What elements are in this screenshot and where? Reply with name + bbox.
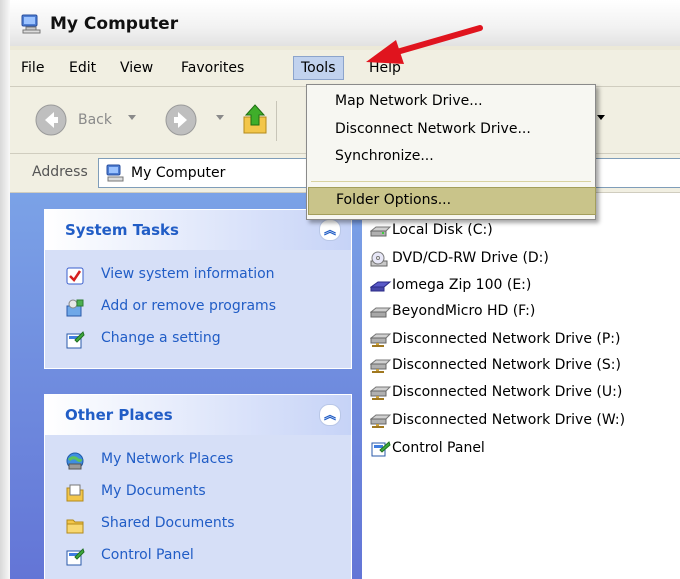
add-remove-programs-icon bbox=[66, 299, 84, 317]
menu-item-label: Map Network Drive... bbox=[335, 93, 483, 109]
menu-separator bbox=[311, 181, 591, 182]
menu-tools[interactable]: Tools bbox=[293, 56, 344, 80]
menu-item-synchronize[interactable]: Synchronize... bbox=[308, 144, 594, 170]
views-dropdown-icon[interactable] bbox=[597, 115, 605, 120]
drive-label: Disconnected Network Drive (P:) bbox=[392, 331, 621, 347]
toolbar-separator bbox=[276, 101, 277, 141]
collapse-chevron-icon[interactable]: ︽ bbox=[319, 219, 341, 241]
system-info-icon bbox=[66, 267, 84, 285]
drive-label: Disconnected Network Drive (U:) bbox=[392, 384, 623, 400]
forward-dropdown-icon[interactable] bbox=[216, 115, 224, 120]
task-label: Change a setting bbox=[101, 330, 221, 346]
other-places-title: Other Places bbox=[65, 406, 173, 424]
cd-drive-icon bbox=[370, 251, 388, 267]
task-label: My Network Places bbox=[101, 451, 234, 467]
network-drive-icon bbox=[370, 333, 392, 347]
network-drive-icon bbox=[370, 386, 392, 400]
task-pane: System Tasks ︽ View system information A… bbox=[10, 193, 362, 579]
drive-label: Disconnected Network Drive (W:) bbox=[392, 412, 626, 428]
other-places-body: My Network Places My Documents Shared Do… bbox=[45, 435, 351, 579]
address-label: Address bbox=[32, 164, 88, 180]
collapse-chevron-icon[interactable]: ︽ bbox=[319, 404, 341, 426]
back-label[interactable]: Back bbox=[78, 112, 112, 128]
task-label: View system information bbox=[101, 266, 275, 282]
window-title: My Computer bbox=[50, 14, 179, 34]
menu-favorites[interactable]: Favorites bbox=[174, 57, 251, 79]
hard-disk-icon bbox=[370, 226, 392, 237]
task-label: Control Panel bbox=[101, 547, 194, 563]
address-value: My Computer bbox=[131, 165, 226, 181]
network-drive-icon bbox=[370, 414, 392, 428]
menu-view[interactable]: View bbox=[113, 57, 160, 79]
documents-icon bbox=[66, 484, 84, 502]
drive-label: Control Panel bbox=[392, 440, 485, 456]
up-folder-icon[interactable] bbox=[238, 103, 272, 137]
zip-drive-icon bbox=[370, 281, 392, 292]
network-drive-icon bbox=[370, 359, 392, 373]
other-places-panel: Other Places ︽ My Network Places My Docu… bbox=[44, 394, 352, 579]
removable-disk-icon bbox=[370, 307, 392, 318]
title-bar[interactable]: My Computer bbox=[10, 0, 680, 46]
drive-label: Iomega Zip 100 (E:) bbox=[392, 277, 532, 293]
menu-edit[interactable]: Edit bbox=[62, 57, 103, 79]
drive-label: Local Disk (C:) bbox=[392, 222, 493, 238]
network-places-icon bbox=[66, 452, 84, 470]
menu-bar: File Edit View Favorites Tools Help bbox=[10, 50, 680, 87]
task-label: My Documents bbox=[101, 483, 206, 499]
menu-item-disconnect-network-drive[interactable]: Disconnect Network Drive... bbox=[308, 117, 594, 143]
drive-label: DVD/CD-RW Drive (D:) bbox=[392, 250, 549, 266]
system-tasks-title: System Tasks bbox=[65, 221, 179, 239]
system-tasks-body: View system information Add or remove pr… bbox=[45, 250, 351, 368]
forward-button[interactable] bbox=[164, 103, 198, 137]
my-computer-icon bbox=[21, 14, 41, 34]
tools-menu: Map Network Drive... Disconnect Network … bbox=[306, 84, 596, 220]
drive-label: Disconnected Network Drive (S:) bbox=[392, 357, 621, 373]
drives-pane: Local Disk (C:) DVD/CD-RW Drive (D:) Iom… bbox=[362, 193, 680, 579]
explorer-window: My Computer File Edit View Favorites Too… bbox=[10, 0, 680, 579]
system-tasks-panel: System Tasks ︽ View system information A… bbox=[44, 209, 352, 369]
menu-item-label: Disconnect Network Drive... bbox=[335, 121, 531, 137]
annotation-arrow-icon bbox=[366, 25, 483, 64]
folder-icon bbox=[66, 519, 84, 534]
task-label: Add or remove programs bbox=[101, 298, 276, 314]
control-panel-icon bbox=[371, 441, 391, 457]
control-panel-icon bbox=[66, 548, 85, 566]
drive-label: BeyondMicro HD (F:) bbox=[392, 303, 536, 319]
menu-item-map-network-drive[interactable]: Map Network Drive... bbox=[308, 89, 594, 115]
menu-item-folder-options[interactable]: Folder Options... bbox=[308, 187, 596, 215]
control-panel-icon bbox=[66, 331, 85, 349]
menu-file[interactable]: File bbox=[14, 57, 51, 79]
back-dropdown-icon[interactable] bbox=[128, 115, 136, 120]
menu-item-label: Synchronize... bbox=[335, 148, 434, 164]
my-computer-icon bbox=[106, 164, 124, 182]
task-label: Shared Documents bbox=[101, 515, 235, 531]
other-places-header[interactable]: Other Places ︽ bbox=[45, 395, 351, 435]
back-button[interactable] bbox=[34, 103, 68, 137]
menu-item-label: Folder Options... bbox=[336, 192, 452, 208]
